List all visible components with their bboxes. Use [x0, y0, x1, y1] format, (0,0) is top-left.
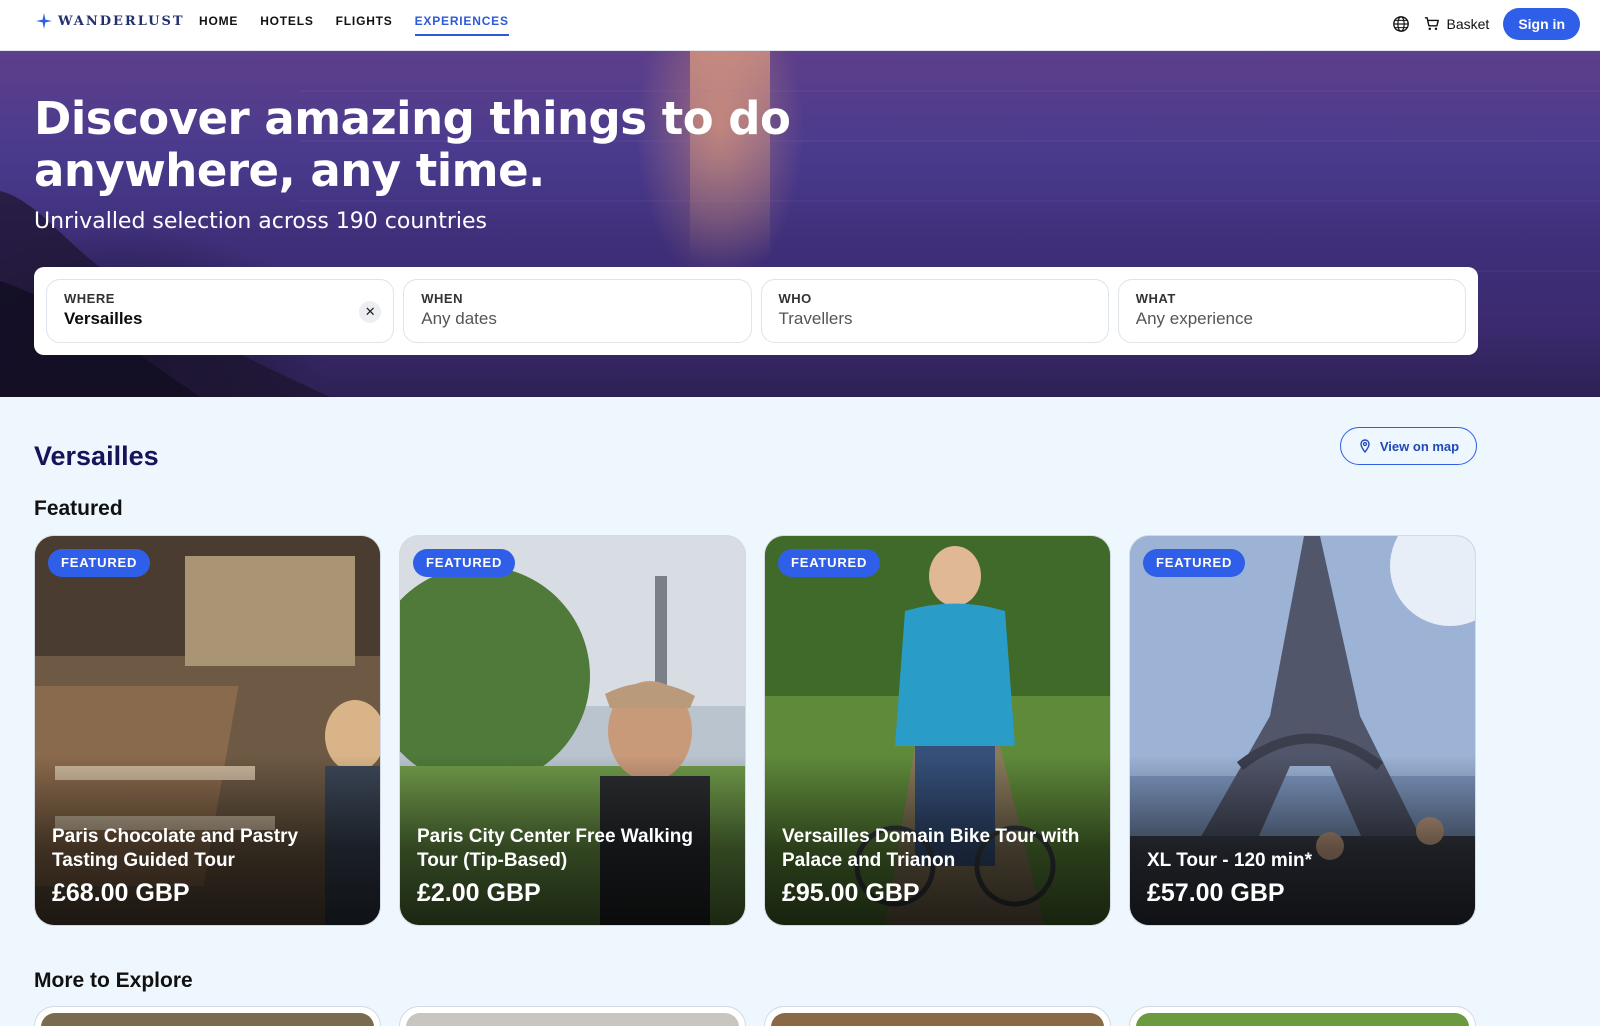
featured-cards: FEATURED Paris Chocolate and Pastry Tast… — [34, 535, 1476, 926]
experience-card[interactable]: FEATURED Versailles Domain Bike Tour wit… — [764, 535, 1111, 926]
card-price: £2.00 GBP — [417, 879, 541, 907]
clear-where-button[interactable]: ✕ — [359, 301, 382, 323]
card-image — [771, 1013, 1104, 1026]
featured-title: Featured — [34, 497, 123, 520]
sparkle-icon — [36, 13, 52, 29]
card-price: £57.00 GBP — [1147, 879, 1285, 907]
card-image — [406, 1013, 739, 1026]
map-pin-icon — [1360, 439, 1370, 453]
nav-hotels[interactable]: HOTELS — [260, 0, 313, 36]
who-field[interactable]: WHO Travellers — [760, 279, 1109, 343]
what-value: Any experience — [1135, 309, 1253, 328]
experience-card[interactable]: FEATURED Paris City Center Free Walking … — [399, 535, 746, 926]
experience-card[interactable]: FEATURED Paris Chocolate and Pastry Tast… — [34, 535, 381, 926]
more-to-explore-cards — [34, 1006, 1476, 1026]
nav-actions: Basket Sign in — [1392, 8, 1580, 40]
experience-card[interactable] — [34, 1006, 381, 1026]
what-label: WHAT — [1135, 291, 1176, 306]
experience-card[interactable] — [1129, 1006, 1476, 1026]
where-label: WHERE — [64, 291, 115, 306]
featured-badge: FEATURED — [48, 549, 151, 577]
card-price: £95.00 GBP — [782, 879, 920, 907]
card-title: Paris City Center Free Walking Tour (Tip… — [417, 826, 693, 871]
main-nav: HOME HOTELS FLIGHTS EXPERIENCES — [199, 0, 509, 51]
top-nav: WANDERLUST HOME HOTELS FLIGHTS EXPERIENC… — [0, 0, 1600, 51]
hero-title: Discover amazing things to do anywhere, … — [34, 92, 791, 197]
when-field[interactable]: WHEN Any dates — [403, 279, 752, 343]
basket-label: Basket — [1446, 16, 1490, 32]
nav-experiences[interactable]: EXPERIENCES — [414, 0, 509, 36]
who-value: Travellers — [778, 309, 853, 328]
where-field[interactable]: WHERE ✕ — [46, 279, 395, 343]
basket-link[interactable]: Basket — [1424, 16, 1490, 32]
hero-banner: Discover amazing things to do anywhere, … — [0, 51, 1600, 397]
experience-card[interactable] — [399, 1006, 746, 1026]
featured-badge: FEATURED — [413, 549, 516, 577]
card-title: Paris Chocolate and Pastry Tasting Guide… — [52, 826, 299, 871]
hero-subtitle: Unrivalled selection across 190 countrie… — [34, 209, 488, 234]
cart-icon — [1424, 17, 1439, 31]
card-title: Versailles Domain Bike Tour with Palace … — [782, 826, 1080, 871]
when-label: WHEN — [421, 291, 463, 306]
logo[interactable]: WANDERLUST — [36, 13, 185, 29]
card-title: XL Tour - 120 min* — [1147, 850, 1313, 871]
who-label: WHO — [778, 291, 812, 306]
close-icon: ✕ — [364, 304, 376, 319]
featured-badge: FEATURED — [778, 549, 881, 577]
featured-badge: FEATURED — [1143, 549, 1246, 577]
when-value: Any dates — [421, 309, 497, 328]
nav-home[interactable]: HOME — [199, 0, 238, 36]
globe-icon[interactable] — [1392, 15, 1410, 33]
sign-in-button[interactable]: Sign in — [1503, 8, 1580, 40]
search-bar: WHERE ✕ WHEN Any dates WHO Travellers WH… — [34, 267, 1478, 355]
view-on-map-button[interactable]: View on map — [1340, 427, 1477, 465]
location-title: Versailles — [34, 441, 159, 471]
experience-card[interactable] — [764, 1006, 1111, 1026]
nav-flights[interactable]: FLIGHTS — [336, 0, 393, 36]
logo-text: WANDERLUST — [58, 13, 185, 29]
view-on-map-label: View on map — [1379, 438, 1460, 454]
where-input[interactable] — [64, 309, 346, 329]
what-field[interactable]: WHAT Any experience — [1117, 279, 1466, 343]
experience-card[interactable]: FEATURED XL Tour - 120 min* £57.00 GBP — [1129, 535, 1476, 926]
card-image — [1136, 1013, 1469, 1026]
more-to-explore-title: More to Explore — [34, 969, 193, 992]
card-image — [41, 1013, 374, 1026]
card-price: £68.00 GBP — [52, 879, 190, 907]
